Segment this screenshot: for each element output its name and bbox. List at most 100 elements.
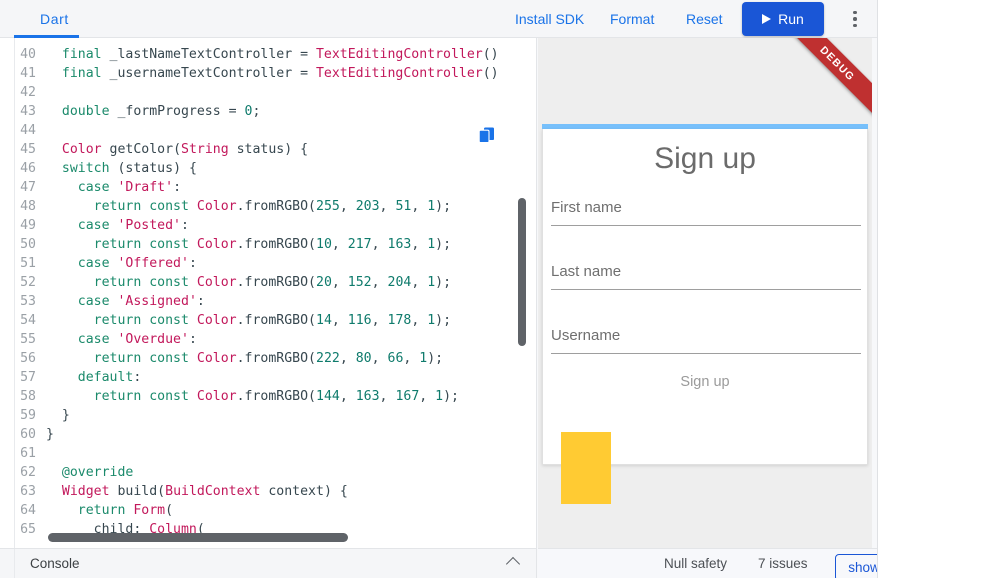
run-button-label: Run bbox=[778, 11, 804, 27]
code-token: , bbox=[371, 351, 388, 366]
code-token: return bbox=[93, 237, 142, 252]
code-token: 66 bbox=[387, 351, 404, 366]
editor-horizontal-scrollbar[interactable] bbox=[48, 533, 348, 542]
code-token: , bbox=[371, 237, 388, 252]
code-token: ( bbox=[109, 161, 126, 176]
line-number: 47 bbox=[20, 180, 36, 195]
code-token: : bbox=[188, 256, 197, 271]
tab-dart[interactable]: Dart bbox=[26, 0, 83, 38]
code-token: , bbox=[379, 389, 396, 404]
username-field[interactable]: Username bbox=[551, 327, 861, 354]
code-token: TextEditingController bbox=[315, 66, 483, 81]
code-token: 255 bbox=[316, 199, 340, 214]
issues-count: 7 issues bbox=[758, 556, 808, 571]
signup-submit-button[interactable]: Sign up bbox=[543, 374, 867, 390]
code-line: 54 return const Color.fromRGBO(14, 116, … bbox=[0, 311, 536, 330]
code-token: .fromRGBO( bbox=[236, 351, 316, 366]
username-label: Username bbox=[551, 327, 621, 344]
code-token: String bbox=[181, 142, 229, 157]
code-token: build bbox=[109, 484, 158, 499]
code-text[interactable]: 40 final _lastNameTextController = TextE… bbox=[0, 45, 536, 539]
code-token: = bbox=[300, 66, 316, 81]
code-editor[interactable]: 40 final _lastNameTextController = TextE… bbox=[0, 38, 537, 548]
reset-button[interactable]: Reset bbox=[686, 0, 723, 38]
code-token: , bbox=[411, 313, 428, 328]
console-bar[interactable]: Console bbox=[0, 548, 537, 578]
preview-pane: DEBUG Sign up First name Last name Usern… bbox=[538, 38, 872, 548]
code-token: , bbox=[411, 237, 428, 252]
code-token: Color bbox=[196, 389, 237, 404]
code-line: 55 case 'Overdue': bbox=[0, 330, 536, 349]
signup-card: Sign up First name Last name Username Si… bbox=[542, 129, 868, 504]
more-options-icon[interactable] bbox=[845, 9, 865, 29]
code-token: ); bbox=[435, 199, 452, 214]
code-token: .fromRGBO( bbox=[236, 313, 316, 328]
chevron-up-icon[interactable] bbox=[505, 556, 521, 571]
code-token: 'Overdue' bbox=[117, 332, 189, 347]
code-token: ( bbox=[173, 142, 182, 157]
console-label: Console bbox=[30, 556, 80, 571]
code-token: 1 bbox=[435, 389, 444, 404]
code-token: : bbox=[133, 370, 142, 385]
line-number: 57 bbox=[20, 370, 36, 385]
show-issues-button[interactable]: show bbox=[835, 554, 878, 578]
code-line: 44 bbox=[0, 121, 536, 140]
code-token: 152 bbox=[347, 275, 372, 290]
code-token: : bbox=[173, 180, 182, 195]
run-button[interactable]: Run bbox=[742, 2, 824, 36]
app-right-edge bbox=[877, 0, 878, 578]
code-token: 163 bbox=[355, 389, 380, 404]
code-token: () bbox=[482, 66, 499, 81]
line-number: 44 bbox=[20, 123, 36, 138]
code-token: return bbox=[93, 351, 142, 366]
code-token: 203 bbox=[355, 199, 380, 214]
install-sdk-label: Install SDK bbox=[515, 11, 585, 27]
first-name-field[interactable]: First name bbox=[551, 199, 861, 226]
line-number: 55 bbox=[20, 332, 36, 347]
code-token: 178 bbox=[387, 313, 412, 328]
top-toolbar: Dart Install SDK Format Reset Run bbox=[0, 0, 878, 38]
code-token: switch bbox=[61, 161, 110, 176]
format-button[interactable]: Format bbox=[610, 0, 654, 38]
code-token: 144 bbox=[316, 389, 340, 404]
code-line: 57 default: bbox=[0, 368, 536, 387]
line-number: 63 bbox=[20, 484, 36, 499]
code-token: final bbox=[61, 66, 102, 81]
code-token: _formProgress bbox=[109, 104, 229, 119]
code-token: = bbox=[300, 47, 316, 62]
code-line: 42 bbox=[0, 83, 536, 102]
code-token: case bbox=[77, 256, 110, 271]
code-line: 49 case 'Posted': bbox=[0, 216, 536, 235]
code-token: Color bbox=[61, 142, 102, 157]
play-icon bbox=[762, 14, 772, 24]
line-number: 64 bbox=[20, 503, 36, 518]
copy-icon[interactable] bbox=[478, 126, 496, 144]
code-line: 58 return const Color.fromRGBO(144, 163,… bbox=[0, 387, 536, 406]
code-token: 20 bbox=[316, 275, 332, 290]
last-name-field[interactable]: Last name bbox=[551, 263, 861, 290]
code-line: 64 return Form( bbox=[0, 501, 536, 520]
code-token: default bbox=[77, 370, 134, 385]
line-number: 45 bbox=[20, 142, 36, 157]
code-token: , bbox=[331, 313, 348, 328]
code-token: Form bbox=[133, 503, 166, 518]
show-issues-label: show bbox=[848, 560, 878, 575]
page-title: Sign up bbox=[654, 142, 756, 175]
line-number: 59 bbox=[20, 408, 36, 423]
code-token: const bbox=[149, 199, 189, 214]
editor-vertical-scrollbar[interactable] bbox=[518, 198, 526, 346]
install-sdk-button[interactable]: Install SDK bbox=[515, 0, 584, 38]
line-number: 48 bbox=[20, 199, 36, 214]
code-token: 1 bbox=[427, 313, 436, 328]
code-token: Color bbox=[196, 313, 237, 328]
code-token: getColor bbox=[101, 142, 174, 157]
dartpad-app: Dart Install SDK Format Reset Run 40 fin… bbox=[0, 0, 878, 578]
code-token: _usernameTextController bbox=[101, 66, 301, 81]
